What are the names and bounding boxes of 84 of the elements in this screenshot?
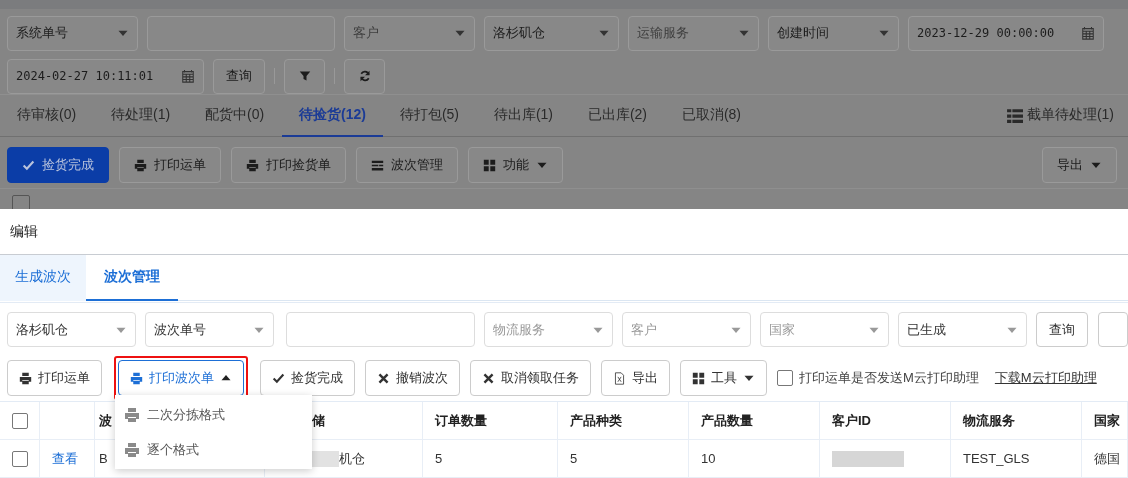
checkbox[interactable] bbox=[777, 370, 793, 386]
column-header: 订单数量 bbox=[435, 411, 487, 430]
printer-icon bbox=[19, 371, 32, 385]
toolbar-button[interactable]: 撤销波次 bbox=[365, 360, 460, 396]
calendar-icon bbox=[1081, 26, 1095, 41]
status-tab[interactable]: 待审核(0) bbox=[0, 94, 94, 137]
column-header: 国家 bbox=[1094, 411, 1120, 430]
select-field[interactable]: 系统单号 bbox=[7, 15, 138, 51]
select-field[interactable]: 已生成 bbox=[898, 312, 1028, 347]
blurred-text bbox=[832, 450, 904, 467]
select-field[interactable]: 洛杉矶仓 bbox=[7, 312, 136, 347]
status-tab[interactable]: 待捡货(12) bbox=[282, 94, 383, 137]
refresh-button[interactable] bbox=[344, 58, 385, 94]
tab[interactable]: 生成波次 bbox=[0, 255, 86, 301]
table-cell: 德国 bbox=[1094, 449, 1120, 468]
date-field[interactable]: 2024-02-27 10:11:01 bbox=[7, 58, 204, 94]
bars-icon bbox=[371, 158, 384, 172]
column-header: 产品种类 bbox=[570, 411, 622, 430]
list-icon bbox=[1005, 106, 1023, 124]
select-field[interactable]: 波次单号 bbox=[145, 312, 275, 347]
date-field[interactable]: 2023-12-29 00:00:00 bbox=[908, 15, 1104, 51]
grid-icon bbox=[692, 371, 705, 385]
checkbox[interactable] bbox=[12, 412, 28, 429]
refresh-icon bbox=[358, 70, 371, 83]
column-header: 波 bbox=[99, 411, 112, 430]
select-field[interactable]: 客户 bbox=[622, 312, 751, 347]
checkbox-label: 打印运单是否发送M云打印助理 bbox=[799, 369, 979, 387]
printer-icon bbox=[246, 158, 259, 172]
filter-button[interactable] bbox=[284, 58, 325, 94]
table-cell: 机仓 bbox=[339, 449, 365, 468]
query-button[interactable]: 查询 bbox=[1036, 312, 1089, 347]
table-cell: TEST_GLS bbox=[963, 451, 1030, 466]
select-field[interactable]: 运输服务 bbox=[628, 15, 759, 51]
printer-icon bbox=[130, 371, 143, 385]
printer-icon bbox=[124, 406, 140, 423]
table-cell: B bbox=[99, 451, 108, 466]
view-link[interactable]: 查看 bbox=[52, 449, 78, 468]
download-link[interactable]: 下载M云打印助理 bbox=[994, 369, 1097, 387]
status-tab[interactable]: 待打包(5) bbox=[382, 94, 477, 137]
table-cell: 5 bbox=[570, 451, 578, 466]
table-cell: 10 bbox=[701, 451, 716, 466]
filter-icon bbox=[298, 70, 311, 83]
select-field[interactable]: 国家 bbox=[760, 312, 889, 347]
toolbar-button[interactable]: 取消领取任务 bbox=[470, 360, 591, 396]
toolbar-button[interactable]: 捡货完成 bbox=[260, 360, 355, 396]
export-button[interactable]: 导出 bbox=[1042, 147, 1117, 183]
menu-item[interactable]: 逐个格式 bbox=[115, 432, 312, 467]
toolbar-button[interactable]: 打印运单 bbox=[119, 147, 221, 183]
grid-icon bbox=[483, 158, 496, 172]
toolbar-button[interactable]: 打印捡货单 bbox=[231, 147, 346, 183]
select-field[interactable]: 创建时间 bbox=[768, 15, 899, 51]
document-icon bbox=[613, 371, 626, 385]
status-tab[interactable]: 配货中(0) bbox=[188, 94, 282, 137]
toolbar-button[interactable]: 功能 bbox=[468, 147, 563, 183]
select-field[interactable]: 洛杉矶仓 bbox=[484, 15, 619, 51]
check-icon bbox=[22, 158, 35, 172]
side-link[interactable]: 截单待处理(1) bbox=[1026, 106, 1114, 125]
printer-icon bbox=[134, 158, 147, 172]
select-field[interactable]: 物流服务 bbox=[483, 312, 613, 347]
modal-title: 编辑 bbox=[10, 222, 38, 241]
select-field[interactable]: 客户 bbox=[344, 15, 475, 51]
status-tab[interactable]: 已取消(8) bbox=[664, 94, 759, 137]
check-icon bbox=[272, 371, 285, 385]
column-header: 储 bbox=[312, 411, 325, 430]
status-tab[interactable]: 待处理(1) bbox=[94, 94, 188, 137]
menu-item[interactable]: 二次分拣格式 bbox=[115, 397, 312, 432]
toolbar-button[interactable]: 导出 bbox=[601, 360, 670, 396]
close-icon bbox=[482, 371, 495, 385]
column-header: 物流服务 bbox=[963, 411, 1015, 430]
toolbar-button[interactable]: 波次管理 bbox=[356, 147, 458, 183]
checkbox[interactable] bbox=[12, 450, 28, 467]
column-header: 产品数量 bbox=[701, 411, 753, 430]
printer-icon bbox=[124, 441, 140, 458]
toolbar-button[interactable]: 捡货完成 bbox=[7, 147, 109, 183]
column-header: 客户ID bbox=[832, 411, 871, 430]
calendar-icon bbox=[181, 69, 195, 84]
toolbar-button[interactable]: 工具 bbox=[680, 360, 767, 396]
close-icon bbox=[377, 371, 390, 385]
status-tab[interactable]: 已出库(2) bbox=[570, 94, 665, 137]
query-button[interactable]: 查询 bbox=[213, 58, 265, 94]
status-tab[interactable]: 待出库(1) bbox=[476, 94, 571, 137]
toolbar-button[interactable]: 打印运单 bbox=[7, 360, 102, 396]
toolbar-button[interactable]: 打印波次单 bbox=[118, 360, 244, 396]
table-cell: 5 bbox=[435, 451, 443, 466]
